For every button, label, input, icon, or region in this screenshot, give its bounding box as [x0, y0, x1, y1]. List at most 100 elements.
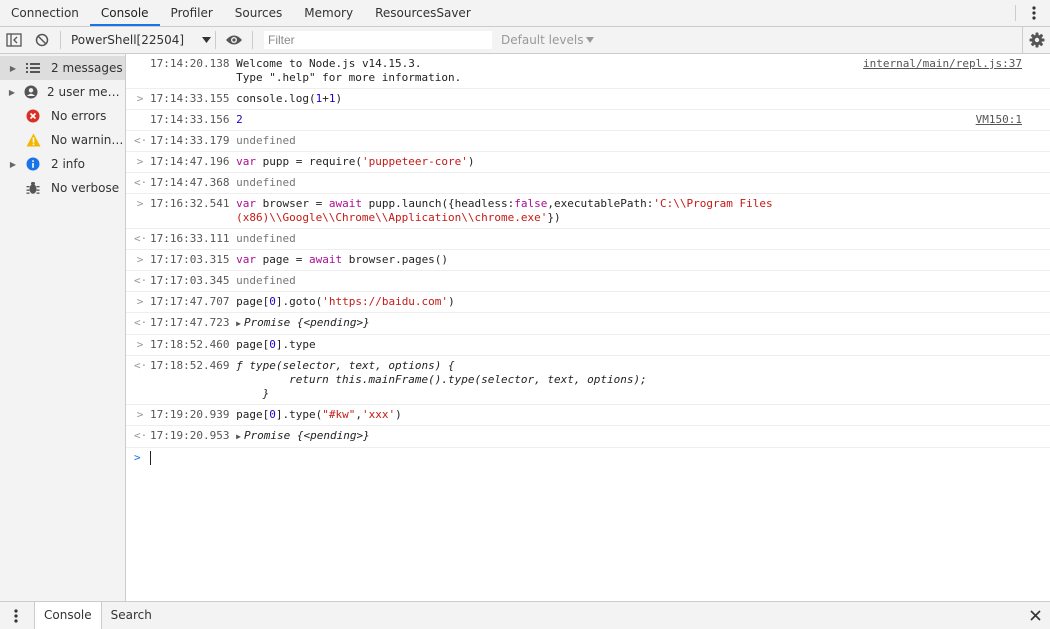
expand-triangle-icon[interactable]: ▶	[236, 430, 241, 444]
console-result-row: <· 17:14:47.368 undefined	[126, 173, 1050, 194]
drawer-spacer	[161, 602, 1020, 629]
timestamp: 17:14:33.179	[150, 134, 230, 147]
code-text: page[	[236, 295, 270, 308]
code-keyword: await	[328, 197, 362, 210]
expand-arrow-icon[interactable]: ▶	[0, 88, 24, 97]
clear-console-button[interactable]	[28, 27, 56, 53]
toolbar-divider	[252, 31, 253, 49]
drawer-tab-console[interactable]: Console	[34, 602, 102, 629]
context-selector[interactable]: PowerShell[22504]	[65, 33, 211, 47]
timestamp: 17:14:33.155	[150, 92, 230, 105]
sidebar-item-messages[interactable]: ▶ 2 messages	[0, 56, 125, 80]
code-text: ].type(	[275, 408, 323, 421]
console-prompt[interactable]: >	[126, 448, 1050, 468]
code-text: )	[395, 408, 402, 421]
timestamp: 17:18:52.469	[150, 359, 230, 372]
sidebar-toggle-icon	[6, 33, 22, 47]
result-value: undefined	[236, 176, 296, 189]
log-levels-label: Default levels	[501, 33, 584, 47]
code-text: )	[467, 155, 475, 168]
timestamp: 17:17:47.723	[150, 316, 230, 329]
result-arrow-icon: <·	[134, 429, 148, 442]
console-result-row: <· 17:17:47.723 ▶ Promise {<pending>}	[126, 313, 1050, 335]
console-message: 17:14:20.138 Welcome to Node.js v14.15.3…	[126, 54, 1050, 89]
promise-value[interactable]: Promise {<pending>}	[244, 429, 370, 442]
timestamp: 17:17:47.707	[150, 295, 230, 308]
code-string: 'C:\\Program Files	[653, 197, 773, 210]
close-drawer-button[interactable]	[1020, 602, 1050, 629]
result-arrow-icon: <·	[134, 134, 148, 147]
console-input-row: > 17:17:47.707 page[0].goto('https://bai…	[126, 292, 1050, 313]
sidebar-item-user-messages[interactable]: ▶ 2 user mess...	[0, 80, 125, 104]
code-text: +	[322, 92, 329, 105]
input-chevron-icon: >	[136, 338, 144, 351]
tab-resources-saver[interactable]: ResourcesSaver	[364, 0, 482, 26]
code-number: 0	[269, 408, 276, 421]
code-number: 0	[269, 295, 276, 308]
tab-connection[interactable]: Connection	[0, 0, 90, 26]
code-string: 'xxx'	[361, 408, 396, 421]
sidebar-item-label: 2 messages	[51, 61, 123, 75]
code-text: ,	[355, 408, 362, 421]
console-toolbar: PowerShell[22504] Default levels	[0, 27, 1050, 54]
console-input-row: > 17:19:20.939 page[0].type("#kw",'xxx')	[126, 405, 1050, 426]
clear-icon	[35, 33, 49, 47]
timestamp: 17:18:52.460	[150, 338, 230, 351]
kebab-menu-icon	[14, 608, 18, 623]
console-output[interactable]: 17:14:20.138 Welcome to Node.js v14.15.3…	[126, 54, 1050, 601]
input-chevron-icon: >	[136, 155, 144, 168]
timestamp: 17:16:33.111	[150, 232, 230, 245]
user-icon	[24, 85, 47, 99]
sidebar-item-label: 2 info	[51, 157, 85, 171]
sidebar-item-warnings[interactable]: No warnings	[0, 128, 125, 152]
tab-console[interactable]: Console	[89, 0, 160, 26]
filter-input[interactable]	[263, 30, 493, 50]
tab-memory[interactable]: Memory	[293, 0, 364, 26]
dropdown-arrow-icon	[202, 37, 211, 43]
drawer-tab-search[interactable]: Search	[102, 602, 161, 629]
tab-sources[interactable]: Sources	[224, 0, 293, 26]
result-value: undefined	[236, 232, 296, 245]
code-string: 'https://baidu.com'	[322, 295, 449, 308]
tab-bar-spacer	[482, 0, 1007, 26]
tab-profiler[interactable]: Profiler	[160, 0, 224, 26]
sidebar-item-errors[interactable]: No errors	[0, 104, 125, 128]
console-result-row: <· 17:17:03.345 undefined	[126, 271, 1050, 292]
sidebar-item-label: No warnings	[50, 133, 125, 147]
sidebar-item-verbose[interactable]: No verbose	[0, 176, 125, 200]
timestamp: 17:16:32.541	[150, 197, 230, 210]
timestamp: 17:14:47.368	[150, 176, 230, 189]
source-link[interactable]: internal/main/repl.js:37	[863, 57, 1022, 71]
promise-value[interactable]: Promise {<pending>}	[244, 316, 370, 329]
log-output: 2	[236, 113, 243, 126]
code-text: pupp = require(	[255, 155, 362, 168]
result-value: undefined	[236, 274, 296, 287]
list-icon	[26, 63, 51, 73]
input-chevron-icon: >	[136, 295, 144, 308]
more-options-button[interactable]	[1024, 0, 1044, 26]
code-text: pupp.launch({headless:	[361, 197, 515, 210]
console-input-row: > 17:16:32.541 var browser = await pupp.…	[126, 194, 1050, 229]
bottom-drawer: Console Search	[0, 601, 1050, 629]
console-settings-button[interactable]	[1022, 27, 1050, 53]
console-input-row: > 17:14:47.196 var pupp = require('puppe…	[126, 152, 1050, 173]
code-text: })	[547, 211, 561, 224]
input-chevron-icon: >	[136, 253, 144, 266]
expand-arrow-icon[interactable]: ▶	[0, 160, 26, 169]
expand-triangle-icon[interactable]: ▶	[236, 317, 241, 331]
code-string: "#kw"	[322, 408, 356, 421]
code-keyword: await	[308, 253, 343, 266]
expand-arrow-icon[interactable]: ▶	[0, 64, 26, 73]
sidebar-item-info[interactable]: ▶ 2 info	[0, 152, 125, 176]
live-expression-button[interactable]	[220, 27, 248, 53]
drawer-menu-button[interactable]	[6, 602, 26, 629]
function-source: }	[236, 387, 270, 400]
toggle-sidebar-button[interactable]	[0, 27, 28, 53]
code-text: )	[448, 295, 455, 308]
toolbar-divider	[60, 31, 61, 49]
source-link[interactable]: VM150:1	[976, 113, 1022, 127]
log-levels-dropdown[interactable]: Default levels	[501, 33, 595, 47]
code-keyword: var	[236, 197, 256, 210]
timestamp: 17:19:20.953	[150, 429, 230, 442]
console-result-row: <· 17:14:33.179 undefined	[126, 131, 1050, 152]
